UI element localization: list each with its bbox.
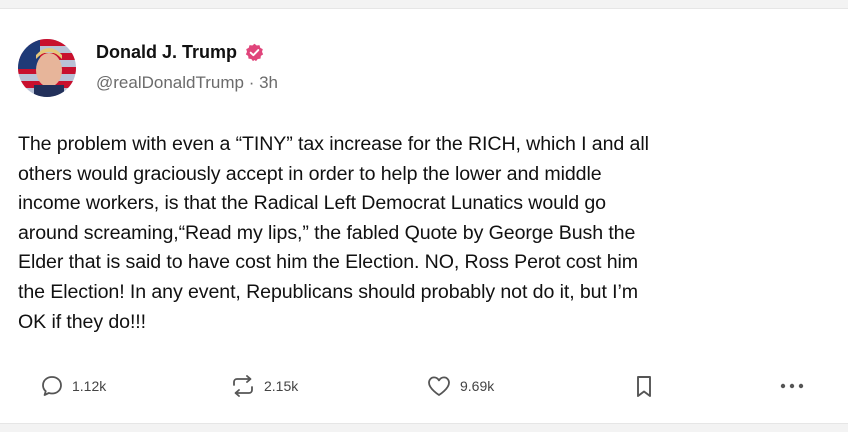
like-button[interactable]: 9.69k: [426, 374, 494, 398]
like-count: 9.69k: [460, 378, 495, 394]
repost-button[interactable]: 2.15k: [230, 374, 298, 398]
action-bar: 1.12k 2.15k 9.69k: [0, 374, 848, 406]
reply-icon: [42, 376, 62, 396]
avatar[interactable]: [18, 39, 76, 97]
post-text-line: around screaming,“Read my lips,” the fab…: [18, 221, 636, 244]
bookmark-button[interactable]: [633, 374, 655, 400]
reply-button[interactable]: 1.12k: [40, 374, 106, 398]
post-text-line: Elder that is said to have cost him the …: [18, 251, 638, 274]
post-text-line: OK if they do!!!: [18, 310, 146, 333]
repost-count: 2.15k: [264, 378, 299, 394]
meta-separator: ·: [243, 73, 260, 92]
post-text-line: income workers, is that the Radical Left…: [18, 192, 606, 215]
bookmark-icon: [637, 376, 651, 397]
heart-icon: [428, 376, 450, 396]
post-text-line: others would graciously accept in order …: [18, 162, 602, 185]
verified-badge-icon: [245, 43, 264, 62]
bottom-border: [0, 423, 848, 432]
post-text: The problem with even a “TINY” tax incre…: [18, 130, 833, 337]
author-handle[interactable]: @realDonaldTrump: [96, 73, 244, 92]
post-card: Donald J. Trump @realDonaldTrump · 3h Th…: [0, 8, 848, 424]
author-meta: @realDonaldTrump · 3h: [96, 73, 278, 93]
author-name[interactable]: Donald J. Trump: [96, 42, 237, 63]
repost-icon: [233, 375, 253, 397]
post-text-line: The problem with even a “TINY” tax incre…: [18, 133, 649, 155]
more-options-icon: [780, 383, 804, 389]
reply-count: 1.12k: [72, 378, 107, 394]
more-options-button[interactable]: [777, 374, 807, 398]
post-text-line: the Election! In any event, Republicans …: [18, 280, 638, 303]
post-time[interactable]: 3h: [259, 73, 278, 92]
post-header: Donald J. Trump @realDonaldTrump · 3h: [96, 42, 278, 93]
avatar-image: [18, 39, 76, 97]
